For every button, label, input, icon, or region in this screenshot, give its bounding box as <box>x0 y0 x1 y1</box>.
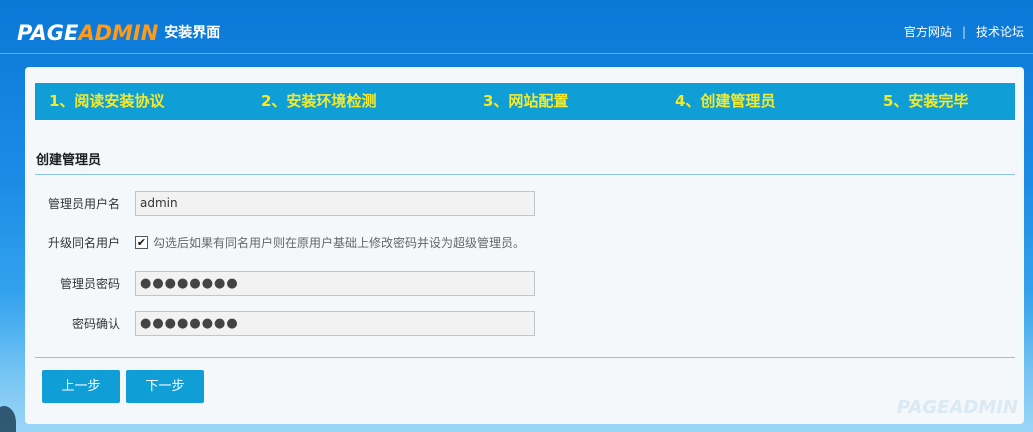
step-bar: 1、阅读安装协议 2、安装环境检测 3、网站配置 4、创建管理员 5、安装完毕 <box>35 83 1015 120</box>
upgrade-checkbox[interactable]: ✔ <box>135 236 148 249</box>
upgrade-label: 升级同名用户 <box>47 236 120 250</box>
forum-link[interactable]: 技术论坛 <box>976 24 1024 40</box>
password-row: 管理员密码 ●●●●●●●● <box>25 271 1024 297</box>
upgrade-hint: 勾选后如果有同名用户则在原用户基础上修改密码并设为超级管理员。 <box>153 236 526 250</box>
confirm-password-input[interactable]: ●●●●●●●● <box>135 311 535 336</box>
confirm-label: 密码确认 <box>71 317 120 331</box>
password-label: 管理员密码 <box>59 277 120 291</box>
logo-page-text: PAGE <box>17 21 79 45</box>
upgrade-row: 升级同名用户 ✔ 勾选后如果有同名用户则在原用户基础上修改密码并设为超级管理员。 <box>25 230 1024 256</box>
official-site-link[interactable]: 官方网站 <box>904 24 952 40</box>
username-row: 管理员用户名 admin <box>25 191 1024 217</box>
password-input[interactable]: ●●●●●●●● <box>135 271 535 296</box>
install-panel: 1、阅读安装协议 2、安装环境检测 3、网站配置 4、创建管理员 5、安装完毕 … <box>25 67 1024 424</box>
step-4: 4、创建管理员 <box>675 92 776 110</box>
step-3: 3、网站配置 <box>483 92 569 110</box>
logo-admin-text: ADMIN <box>78 21 159 45</box>
prev-step-button[interactable]: 上一步 <box>42 370 120 403</box>
section-divider <box>35 174 1015 175</box>
footer-divider <box>35 357 1015 358</box>
logo: PAGEADMIN 安装界面 <box>17 21 220 45</box>
top-links: 官方网站 | 技术论坛 <box>904 24 1024 40</box>
step-2: 2、安装环境检测 <box>261 92 377 110</box>
next-step-button[interactable]: 下一步 <box>126 370 204 403</box>
page-subtitle: 安装界面 <box>164 25 221 41</box>
username-input[interactable]: admin <box>135 191 535 216</box>
top-bar: PAGEADMIN 安装界面 官方网站 | 技术论坛 <box>0 0 1033 54</box>
section-title: 创建管理员 <box>36 153 102 168</box>
confirm-row: 密码确认 ●●●●●●●● <box>25 311 1024 337</box>
username-label: 管理员用户名 <box>47 197 120 211</box>
step-5: 5、安装完毕 <box>883 92 969 110</box>
step-1: 1、阅读安装协议 <box>49 92 165 110</box>
link-separator: | <box>961 25 966 39</box>
watermark-logo: PAGEADMIN <box>896 397 1018 418</box>
logo-brand: PAGEADMIN <box>17 21 158 45</box>
